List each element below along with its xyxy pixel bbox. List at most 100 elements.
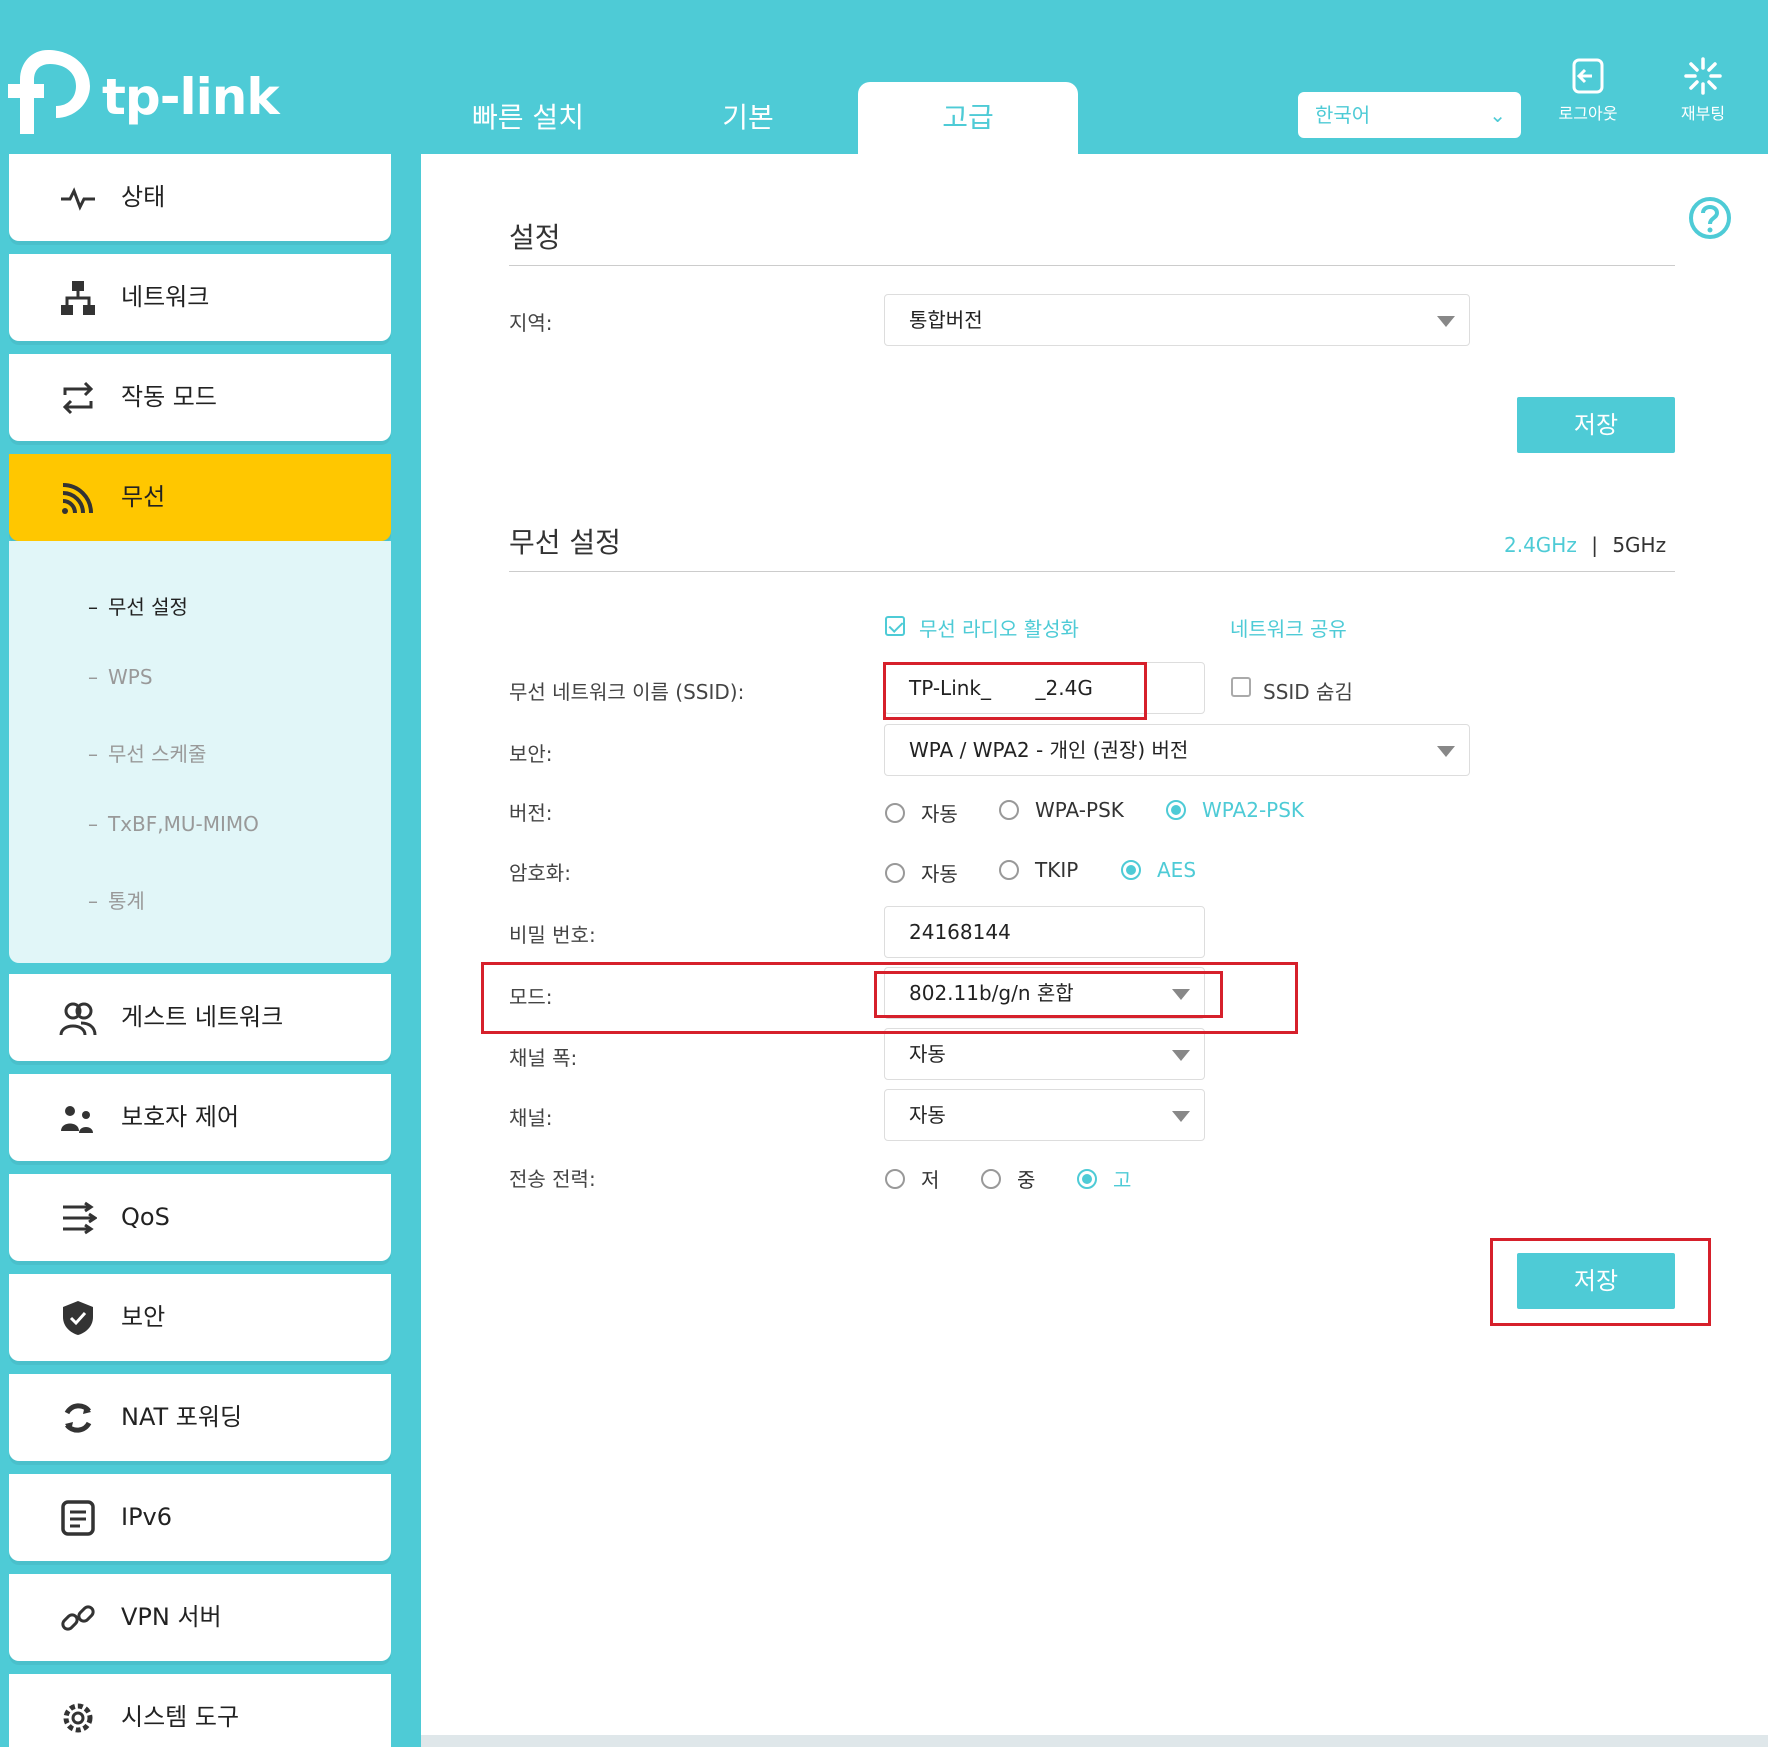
tp-link-logo-icon bbox=[8, 50, 90, 134]
pulse-icon bbox=[61, 187, 95, 211]
logo-text: tp-link bbox=[102, 68, 280, 126]
submenu-statistics[interactable]: – 통계 bbox=[88, 885, 145, 914]
tab-quick-setup[interactable]: 빠른 설치 bbox=[418, 82, 638, 154]
sidebar-item-system-tools[interactable]: 시스템 도구 bbox=[9, 1674, 391, 1747]
qos-icon bbox=[63, 1201, 97, 1235]
radio-label: WPA2-PSK bbox=[1202, 798, 1305, 822]
channel-select[interactable]: 자동 bbox=[884, 1089, 1205, 1141]
sidebar-item-label: 게스트 네트워크 bbox=[121, 1003, 284, 1031]
encryption-radio-auto[interactable]: 자동 bbox=[885, 858, 958, 887]
reboot-button[interactable]: 재부팅 bbox=[1658, 56, 1748, 124]
dropdown-arrow-icon bbox=[1172, 1111, 1190, 1122]
submenu-label: WPS bbox=[108, 665, 153, 689]
submenu-wireless-settings[interactable]: – 무선 설정 bbox=[88, 591, 188, 620]
highlight-box-mode-select bbox=[874, 971, 1223, 1018]
hide-ssid-checkbox[interactable] bbox=[1231, 677, 1251, 697]
settings-save-button[interactable]: 저장 bbox=[1517, 397, 1675, 453]
highlight-box-save bbox=[1490, 1238, 1711, 1326]
radio-button[interactable] bbox=[981, 1168, 1001, 1189]
divider bbox=[509, 571, 1675, 572]
security-value: WPA / WPA2 - 개인 (권장) 버전 bbox=[909, 738, 1189, 762]
encryption-radio-tkip[interactable]: TKIP bbox=[999, 858, 1078, 882]
radio-button[interactable] bbox=[885, 862, 905, 883]
network-icon bbox=[61, 281, 95, 315]
language-select[interactable]: 한국어 ⌄ bbox=[1298, 92, 1521, 138]
radio-button[interactable] bbox=[1077, 1168, 1097, 1189]
tx-power-radio-high[interactable]: 고 bbox=[1077, 1164, 1131, 1193]
version-label: 버전: bbox=[509, 801, 553, 825]
region-select[interactable]: 통합버전 bbox=[884, 294, 1470, 346]
band-separator: | bbox=[1591, 533, 1598, 557]
channel-width-label: 채널 폭: bbox=[509, 1046, 578, 1070]
radio-button[interactable] bbox=[1166, 800, 1186, 820]
tx-power-radio-low[interactable]: 저 bbox=[885, 1164, 939, 1193]
submenu-label: 무선 스케줄 bbox=[108, 742, 207, 766]
sidebar-item-nat-forwarding[interactable]: NAT 포워딩 bbox=[9, 1374, 391, 1461]
wireless-settings-title: 무선 설정 bbox=[509, 526, 621, 559]
radio-label: 고 bbox=[1113, 1168, 1132, 1192]
tab-basic[interactable]: 기본 bbox=[638, 82, 858, 154]
sidebar-item-label: 네트워크 bbox=[121, 283, 210, 311]
security-label: 보안: bbox=[509, 742, 553, 766]
switch-mode-icon bbox=[62, 381, 94, 415]
sidebar-item-label: 보호자 제어 bbox=[121, 1103, 240, 1131]
encryption-radio-aes[interactable]: AES bbox=[1121, 858, 1196, 882]
channel-width-value: 자동 bbox=[909, 1042, 946, 1066]
submenu-txbf-mumimo[interactable]: – TxBF,MU-MIMO bbox=[88, 812, 259, 836]
scrollbar-track[interactable] bbox=[421, 1735, 1768, 1747]
submenu-label: 통계 bbox=[108, 889, 145, 913]
radio-button[interactable] bbox=[1121, 860, 1141, 880]
channel-value: 자동 bbox=[909, 1103, 946, 1127]
sidebar-item-network[interactable]: 네트워크 bbox=[9, 254, 391, 341]
radio-button[interactable] bbox=[885, 1168, 905, 1189]
highlight-box-ssid bbox=[883, 662, 1147, 720]
dropdown-arrow-icon bbox=[1172, 1050, 1190, 1061]
submenu-label: TxBF,MU-MIMO bbox=[108, 812, 259, 836]
logout-label: 로그아웃 bbox=[1558, 104, 1618, 123]
help-icon[interactable] bbox=[1688, 196, 1732, 240]
sidebar-item-operation-mode[interactable]: 작동 모드 bbox=[9, 354, 391, 441]
tx-power-label: 전송 전력: bbox=[509, 1167, 596, 1191]
enable-radio-checkbox[interactable] bbox=[885, 616, 905, 636]
reboot-label: 재부팅 bbox=[1680, 104, 1726, 123]
submenu-label: 무선 설정 bbox=[108, 595, 188, 619]
password-input[interactable]: 24168144 bbox=[884, 906, 1205, 958]
hide-ssid-label: SSID 숨김 bbox=[1263, 680, 1353, 704]
sidebar-item-wireless[interactable]: 무선 bbox=[9, 454, 391, 541]
radio-label: 중 bbox=[1017, 1168, 1036, 1192]
channel-width-select[interactable]: 자동 bbox=[884, 1028, 1205, 1080]
version-radio-wpa2-psk[interactable]: WPA2-PSK bbox=[1166, 798, 1304, 822]
radio-label: 자동 bbox=[921, 802, 958, 826]
submenu-wireless-schedule[interactable]: – 무선 스케줄 bbox=[88, 738, 206, 767]
security-select[interactable]: WPA / WPA2 - 개인 (권장) 버전 bbox=[884, 724, 1470, 776]
shield-icon bbox=[63, 1301, 93, 1335]
band-5ghz-link[interactable]: 5GHz bbox=[1612, 533, 1666, 557]
sidebar-item-label: VPN 서버 bbox=[121, 1603, 222, 1631]
submenu-wps[interactable]: – WPS bbox=[88, 665, 153, 689]
gear-icon bbox=[63, 1703, 93, 1733]
sidebar-item-qos[interactable]: QoS bbox=[9, 1174, 391, 1261]
sidebar-item-parental-control[interactable]: 보호자 제어 bbox=[9, 1074, 391, 1161]
sidebar-item-security[interactable]: 보안 bbox=[9, 1274, 391, 1361]
region-value: 통합버전 bbox=[909, 308, 983, 332]
guest-icon bbox=[59, 1002, 97, 1036]
logout-button[interactable]: 로그아웃 bbox=[1543, 56, 1633, 124]
sidebar-item-vpn-server[interactable]: VPN 서버 bbox=[9, 1574, 391, 1661]
sidebar-item-status[interactable]: 상태 bbox=[9, 154, 391, 241]
band-2-4ghz-link[interactable]: 2.4GHz bbox=[1504, 533, 1577, 557]
sidebar-item-ipv6[interactable]: IPv6 bbox=[9, 1474, 391, 1561]
version-radio-auto[interactable]: 자동 bbox=[885, 798, 958, 827]
sidebar-item-label: 작동 모드 bbox=[121, 383, 217, 411]
wireless-icon bbox=[62, 483, 93, 514]
version-radio-wpa-psk[interactable]: WPA-PSK bbox=[999, 798, 1124, 822]
sidebar-item-guest-network[interactable]: 게스트 네트워크 bbox=[9, 974, 391, 1061]
radio-button[interactable] bbox=[999, 800, 1019, 820]
radio-button[interactable] bbox=[999, 860, 1019, 880]
region-label: 지역: bbox=[509, 311, 553, 335]
radio-button[interactable] bbox=[885, 802, 905, 823]
divider bbox=[509, 265, 1675, 266]
sidebar-item-label: NAT 포워딩 bbox=[121, 1403, 243, 1431]
tab-advanced[interactable]: 고급 bbox=[858, 82, 1078, 154]
tx-power-radio-medium[interactable]: 중 bbox=[981, 1164, 1035, 1193]
share-network-link[interactable]: 네트워크 공유 bbox=[1230, 613, 1347, 642]
